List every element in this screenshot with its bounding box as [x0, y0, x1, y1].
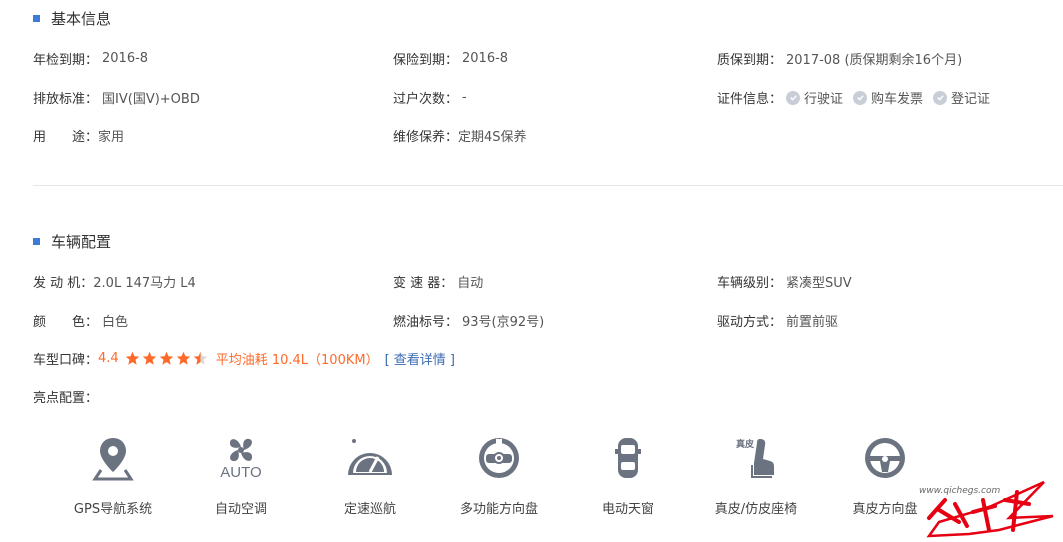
leather-text: 真皮 — [736, 438, 755, 450]
gearbox-value: 自动 — [457, 276, 484, 291]
maintenance-value: 定期4S保养 — [458, 130, 527, 145]
feature-multifunction-wheel: 多功能方向盘 — [444, 432, 554, 517]
basic-info-title: 基本信息 — [51, 10, 112, 28]
config-header: 车辆配置 — [33, 231, 111, 252]
fuel-grade-field: 燃油标号： 93号(京92号) — [393, 311, 544, 330]
check-icon — [786, 90, 801, 105]
rating-field: 车型口碑： 4.4 平均油耗 10.4L（100KM） [ 查看详情 ] — [33, 349, 455, 368]
warranty-value: 2017-08 (质保期剩余16个月) — [786, 53, 963, 68]
doc-registration: 登记证 — [933, 88, 990, 107]
transfer-value: - — [462, 90, 467, 105]
drive-value: 前置前驱 — [786, 315, 839, 330]
class-value: 紧凑型SUV — [786, 276, 852, 291]
engine-value: 2.0L 147马力 L4 — [93, 276, 196, 291]
auto-ac-fan-icon: AUTO — [211, 432, 271, 484]
doc-driving-license: 行驶证 — [786, 88, 843, 107]
drive-field: 驱动方式： 前置前驱 — [717, 311, 838, 330]
steering-wheel-icon — [855, 432, 915, 484]
docs-field: 证件信息： 行驶证 购车发票 登记证 — [717, 88, 990, 107]
usage-value: 家用 — [98, 130, 125, 145]
star-icon — [159, 351, 173, 365]
insurance-value: 2016-8 — [462, 51, 509, 66]
star-icon — [142, 351, 156, 365]
feature-auto-ac: AUTO 自动空调 — [186, 432, 296, 517]
class-field: 车辆级别： 紧凑型SUV — [717, 272, 852, 291]
feature-sunroof: 电动天窗 — [573, 432, 683, 517]
watermark-logo-icon — [926, 480, 1054, 538]
cruise-gauge-icon — [340, 432, 400, 484]
fuel-consumption: 平均油耗 10.4L（100KM） — [215, 353, 379, 368]
multifunction-wheel-icon — [469, 432, 529, 484]
rating-stars — [125, 351, 210, 366]
fuel-grade-value: 93号(京92号) — [462, 315, 545, 330]
half-star-icon — [193, 351, 207, 365]
star-icon — [176, 351, 190, 365]
feature-cruise: 定速巡航 — [315, 432, 425, 517]
sunroof-car-icon — [598, 432, 658, 484]
insurance-field: 保险到期： 2016-8 — [393, 51, 509, 68]
usage-field: 用 途： 家用 — [33, 126, 124, 145]
inspection-field: 年检到期： 2016-8 — [33, 51, 149, 68]
engine-field: 发 动 机： 2.0L 147马力 L4 — [33, 272, 196, 291]
inspection-value: 2016-8 — [102, 51, 149, 66]
color-field: 颜 色： 白色 — [33, 311, 128, 330]
transfer-field: 过户次数： - — [393, 90, 467, 107]
gps-pin-icon — [83, 432, 143, 484]
feature-leather-seat: 真皮 真皮/仿皮座椅 — [701, 432, 811, 517]
basic-info-header: 基本信息 — [33, 8, 111, 29]
check-icon — [853, 90, 868, 105]
doc-purchase-invoice: 购车发票 — [853, 88, 923, 107]
star-icon — [125, 351, 139, 365]
section-divider — [33, 185, 1063, 186]
config-title: 车辆配置 — [51, 233, 112, 251]
emission-field: 排放标准： 国IV(国V)+OBD — [33, 88, 200, 107]
check-icon — [933, 90, 948, 105]
gearbox-field: 变 速 器： 自动 — [393, 272, 483, 291]
emission-value: 国IV(国V)+OBD — [102, 92, 200, 107]
maintenance-field: 维修保养： 定期4S保养 — [393, 126, 527, 145]
auto-text: AUTO — [220, 464, 262, 481]
leather-seat-icon: 真皮 — [726, 432, 786, 484]
highlights-label: 亮点配置： — [33, 391, 99, 406]
section-marker — [33, 15, 40, 22]
color-value: 白色 — [102, 315, 129, 330]
site-watermark: www.qichegs.com — [859, 478, 1059, 538]
section-marker — [33, 238, 40, 245]
view-details-link[interactable]: [ 查看详情 ] — [385, 349, 455, 368]
feature-gps: GPS导航系统 — [58, 432, 168, 517]
warranty-field: 质保到期： 2017-08 (质保期剩余16个月) — [717, 49, 962, 68]
rating-value: 4.4 — [98, 351, 119, 366]
